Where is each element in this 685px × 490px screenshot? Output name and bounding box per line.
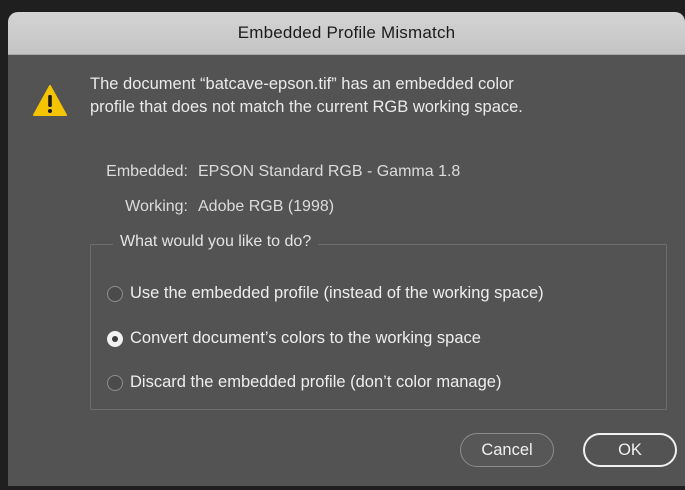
screen-background: Embedded Profile Mismatch The document “… xyxy=(0,0,685,490)
working-label: Working: xyxy=(125,198,188,215)
option-convert-colors[interactable]: Convert document’s colors to the working… xyxy=(107,329,481,348)
radio-discard-profile[interactable] xyxy=(107,374,123,391)
option-discard-profile[interactable]: Discard the embedded profile (don’t colo… xyxy=(107,373,501,392)
working-value: Adobe RGB (1998) xyxy=(198,198,335,215)
dialog-titlebar: Embedded Profile Mismatch xyxy=(8,12,685,55)
ok-button[interactable]: OK xyxy=(583,433,677,467)
warning-triangle-icon xyxy=(33,85,67,116)
dialog-title: Embedded Profile Mismatch xyxy=(237,23,456,42)
dialog-message: The document “batcave-epson.tif” has an … xyxy=(90,73,670,119)
option-discard-profile-label: Discard the embedded profile (don’t colo… xyxy=(130,373,502,391)
cancel-button[interactable]: Cancel xyxy=(460,433,554,467)
embedded-profile-row: Embedded: EPSON Standard RGB - Gamma 1.8 xyxy=(73,163,460,181)
embedded-label: Embedded: xyxy=(106,163,188,180)
option-use-embedded-label: Use the embedded profile (instead of the… xyxy=(130,284,544,302)
options-groupbox: What would you like to do? Use the embed… xyxy=(90,233,667,410)
option-use-embedded[interactable]: Use the embedded profile (instead of the… xyxy=(107,284,544,303)
profile-mismatch-dialog: Embedded Profile Mismatch The document “… xyxy=(8,12,685,486)
embedded-value: EPSON Standard RGB - Gamma 1.8 xyxy=(198,163,461,180)
radio-convert-colors[interactable] xyxy=(107,330,123,347)
working-profile-row: Working: Adobe RGB (1998) xyxy=(73,198,334,216)
radio-use-embedded[interactable] xyxy=(107,285,123,302)
message-line-2: profile that does not match the current … xyxy=(90,98,523,116)
message-line-1: The document “batcave-epson.tif” has an … xyxy=(90,75,514,93)
options-legend: What would you like to do? xyxy=(113,233,319,251)
option-convert-colors-label: Convert document’s colors to the working… xyxy=(130,329,481,347)
